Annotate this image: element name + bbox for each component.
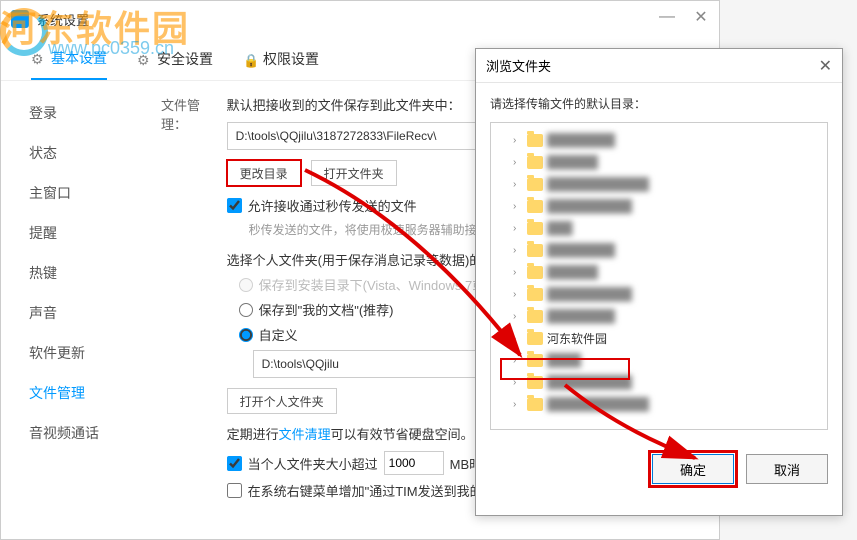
tab-permission[interactable]: 权限设置 bbox=[243, 39, 319, 79]
cancel-button[interactable]: 取消 bbox=[746, 454, 828, 484]
folder-icon bbox=[527, 134, 543, 147]
file-cleanup-link[interactable]: 文件清理 bbox=[279, 427, 331, 442]
tree-item-label: ████████ bbox=[547, 133, 615, 147]
chevron-right-icon: › bbox=[513, 135, 523, 146]
cleanup-prefix: 定期进行 bbox=[227, 427, 279, 442]
sidebar-item-login[interactable]: 登录 bbox=[1, 93, 141, 133]
allow-fast-checkbox[interactable] bbox=[227, 198, 242, 213]
sidebar-item-status[interactable]: 状态 bbox=[1, 133, 141, 173]
folder-icon bbox=[527, 398, 543, 411]
context-menu-checkbox[interactable] bbox=[227, 483, 242, 498]
close-button[interactable]: ✕ bbox=[691, 7, 711, 27]
size-limit-checkbox[interactable] bbox=[227, 456, 242, 471]
annotation-arrow-2 bbox=[560, 380, 720, 485]
open-personal-folder-button[interactable]: 打开个人文件夹 bbox=[227, 388, 337, 414]
sidebar-item-main-window[interactable]: 主窗口 bbox=[1, 173, 141, 213]
sidebar-item-hotkeys[interactable]: 热键 bbox=[1, 253, 141, 293]
annotation-arrow-1 bbox=[300, 165, 580, 370]
radio-custom-label: 自定义 bbox=[259, 325, 298, 344]
size-limit-input[interactable] bbox=[384, 451, 444, 475]
watermark-url: www.pc0359.cn bbox=[48, 38, 174, 59]
sidebar-item-file-management[interactable]: 文件管理 bbox=[1, 373, 141, 413]
radio-install-dir bbox=[239, 278, 253, 292]
minimize-button[interactable]: — bbox=[657, 7, 677, 27]
sidebar-item-notifications[interactable]: 提醒 bbox=[1, 213, 141, 253]
tab-permission-label: 权限设置 bbox=[263, 49, 319, 69]
radio-documents[interactable] bbox=[239, 303, 253, 317]
radio-custom[interactable] bbox=[239, 328, 253, 342]
cleanup-suffix: 可以有效节省硬盘空间。 bbox=[331, 427, 474, 442]
dialog-title: 浏览文件夹 bbox=[486, 56, 551, 75]
size-check-label: 当个人文件夹大小超过 bbox=[248, 454, 378, 473]
sidebar-item-sound[interactable]: 声音 bbox=[1, 293, 141, 333]
sidebar-item-update[interactable]: 软件更新 bbox=[1, 333, 141, 373]
lock-icon bbox=[243, 52, 257, 66]
tree-item[interactable]: › ████████ bbox=[495, 129, 823, 151]
default-path-input[interactable] bbox=[227, 122, 507, 150]
dialog-close-button[interactable]: ✕ bbox=[819, 56, 832, 76]
section-label: 文件管理： bbox=[161, 95, 223, 133]
change-directory-button[interactable]: 更改目录 bbox=[227, 160, 301, 186]
dialog-title-bar: 浏览文件夹 ✕ bbox=[476, 49, 842, 83]
sidebar: 登录 状态 主窗口 提醒 热键 声音 软件更新 文件管理 音视频通话 bbox=[1, 81, 141, 539]
sidebar-item-av-call[interactable]: 音视频通话 bbox=[1, 413, 141, 453]
dialog-label: 请选择传输文件的默认目录： bbox=[490, 95, 828, 112]
chevron-right-icon: › bbox=[513, 399, 523, 410]
